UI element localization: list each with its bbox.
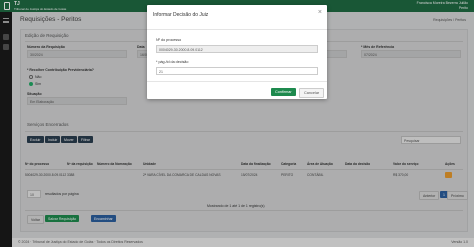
modal-title: Informar Decisão do Juiz	[153, 12, 209, 18]
cancel-button[interactable]: Cancelar	[299, 88, 325, 98]
processo-label: Nº do processo	[156, 38, 182, 42]
processo-field: 0004029-30.2000.8.09.0112	[156, 45, 318, 53]
judge-decision-modal: Informar Decisão do Juiz × Nº do process…	[147, 5, 327, 99]
modal-divider	[147, 29, 327, 30]
close-icon[interactable]: ×	[318, 9, 322, 16]
pagina-input[interactable]: 21	[156, 67, 318, 75]
modal-divider	[147, 81, 327, 82]
pagina-label: * pág./id da decisão	[156, 60, 189, 64]
confirm-button[interactable]: Confirmar	[271, 88, 296, 96]
